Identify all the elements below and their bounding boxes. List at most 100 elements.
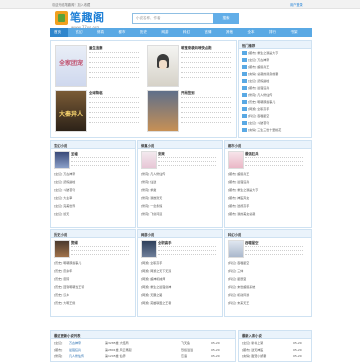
- nav-item-2[interactable]: 修真: [97, 30, 104, 35]
- section-list-item[interactable]: [玄幻] 武炼巅峰: [54, 180, 132, 184]
- nav-item-7[interactable]: 言情: [205, 30, 212, 35]
- new-book-item[interactable]: [言情] 甜宠小娇妻: [242, 354, 290, 358]
- section-list-item[interactable]: [网游] 全职高手: [141, 261, 219, 265]
- section-list-item[interactable]: [玄幻] 遮天: [54, 212, 132, 216]
- section-list-item[interactable]: [修真] 飞剑问道: [141, 212, 219, 216]
- new-book-item[interactable]: [玄幻] 新书上架: [242, 341, 290, 345]
- section-list-item[interactable]: [历史] 庆余年: [54, 269, 132, 273]
- section-list-item[interactable]: [网游] 超神机械师: [141, 277, 219, 281]
- section-book-6[interactable]: 吞噬星空: [245, 240, 259, 245]
- nav-item-1[interactable]: 玄幻: [76, 30, 83, 35]
- section-list-item[interactable]: [历史] 大明王侯: [54, 301, 132, 305]
- section-book-5[interactable]: 全职高手: [158, 240, 172, 245]
- cover-text-3: 大秦异人: [59, 111, 84, 118]
- section-list-item[interactable]: [玄幻] 大主宰: [54, 196, 132, 200]
- section-list-item[interactable]: [修真] 我欲封天: [141, 196, 219, 200]
- update-date: 05-20: [211, 354, 220, 358]
- section-list-item[interactable]: [修真] 求魔: [141, 188, 219, 192]
- rank-item[interactable]: [修真] 凡人修仙传: [242, 93, 308, 97]
- section-list-item[interactable]: [都市] 超级兵王: [228, 172, 306, 176]
- featured-title-4[interactable]: 开局签到: [181, 90, 195, 95]
- featured-desc-line: [181, 62, 231, 63]
- section-list-item[interactable]: [都市] 透视高手: [228, 204, 306, 208]
- nav-item-11[interactable]: 书架: [291, 30, 298, 35]
- update-chapter[interactable]: 第1205章 仙界: [105, 354, 177, 358]
- section-cover-5[interactable]: [141, 240, 157, 258]
- rank-item[interactable]: [都市] 超级兵王: [242, 65, 308, 69]
- section-cover-3[interactable]: [228, 151, 244, 169]
- search-button[interactable]: 搜索: [213, 13, 239, 24]
- section-cover-6[interactable]: [228, 240, 244, 258]
- rank-item[interactable]: [网游] 全职高手: [242, 107, 308, 111]
- nav-item-3[interactable]: 都市: [119, 30, 126, 35]
- section-list-item[interactable]: [网游] 重生之最强剑神: [141, 285, 219, 289]
- section-list-item[interactable]: [都市] 重生之我是大亨: [228, 188, 306, 192]
- featured-cover-3[interactable]: 大秦异人: [55, 90, 87, 132]
- nav-item-4[interactable]: 历史: [140, 30, 147, 35]
- section-header-2: 修真小说: [138, 141, 222, 149]
- section-list-item[interactable]: [网游] 天醒之路: [141, 293, 219, 297]
- nav-item-0[interactable]: 首页: [54, 30, 61, 35]
- section-list-item[interactable]: [修真] 一念永恒: [141, 204, 219, 208]
- featured-cover-4[interactable]: [147, 90, 179, 132]
- section-list-item[interactable]: [历史] 汉乡: [54, 293, 132, 297]
- section-list-item[interactable]: [网游] 英雄联盟之王者: [141, 301, 219, 305]
- rank-item[interactable]: [玄幻] 武炼巅峰: [242, 79, 308, 83]
- nav-item-8[interactable]: 其他: [226, 30, 233, 35]
- rank-item[interactable]: [历史] 明朝那些事儿: [242, 100, 308, 104]
- featured-title-1[interactable]: 重生追妻: [89, 45, 103, 50]
- section-cover-2[interactable]: [141, 151, 157, 169]
- rank-item[interactable]: [言情] 三生三世十里桃花: [242, 128, 308, 132]
- section-list-item[interactable]: [都市] 最强狂兵: [228, 180, 306, 184]
- section-cover-4[interactable]: [54, 240, 70, 258]
- section-list-item[interactable]: [历史] 明朝那些事儿: [54, 261, 132, 265]
- section-list-item[interactable]: [科幻] 未来天王: [228, 301, 306, 305]
- section-list-item[interactable]: [历史] 唐砖: [54, 277, 132, 281]
- section-list-item[interactable]: [修真] 仙逆: [141, 180, 219, 184]
- rank-item-label: [玄幻] 武炼巅峰: [248, 79, 270, 83]
- new-book-item[interactable]: [都市] 逆天神医: [242, 348, 290, 352]
- rank-item[interactable]: [玄幻] 万古神帝: [242, 58, 308, 62]
- rank-item[interactable]: [科幻] 吞噬星空: [242, 114, 308, 118]
- section-desc-line: [158, 165, 216, 166]
- featured-cover-1[interactable]: 全家团宠: [55, 45, 87, 87]
- section-list-item[interactable]: [玄幻] 完美世界: [54, 204, 132, 208]
- nav-item-10[interactable]: 排行: [269, 30, 276, 35]
- section-list-item[interactable]: [网游] 网游之天下无双: [141, 269, 219, 273]
- nav-item-6[interactable]: 科幻: [183, 30, 190, 35]
- section-list-item[interactable]: [都市] 神医弃女: [228, 196, 306, 200]
- section-list-item[interactable]: [科幻] 末世超级系统: [228, 285, 306, 289]
- section-book-3[interactable]: 最强狂兵: [245, 151, 259, 156]
- rank-item[interactable]: [言情] 总裁的替身前妻: [242, 72, 308, 76]
- login-link[interactable]: 用户登录: [290, 2, 303, 7]
- section-list-item[interactable]: [玄幻] 斗破苍穹: [54, 188, 132, 192]
- update-chapter[interactable]: 第2801章 风云再起: [105, 348, 177, 352]
- section-book-1[interactable]: 圣墟: [71, 151, 78, 156]
- section-list-item[interactable]: [玄幻] 万古神帝: [54, 172, 132, 176]
- nav-item-5[interactable]: 网游: [162, 30, 169, 35]
- update-book[interactable]: 万古神帝: [69, 341, 103, 345]
- featured-title-3[interactable]: 全球降临: [89, 90, 103, 95]
- featured-title-2[interactable]: 萌宝来袭妈咪快点跑: [181, 45, 212, 50]
- rank-item[interactable]: [玄幻] 斗破苍穹: [242, 121, 308, 125]
- section-list-item[interactable]: [历史] 回到明朝当王爷: [54, 285, 132, 289]
- update-book[interactable]: 凡人修仙传: [69, 354, 103, 358]
- featured-cover-2[interactable]: [147, 45, 179, 87]
- section-list-item[interactable]: [科幻] 三体: [228, 269, 306, 273]
- nav-item-9[interactable]: 全本: [248, 30, 255, 35]
- section-book-2[interactable]: 剑来: [158, 151, 165, 156]
- rank-header: 热门推荐: [239, 41, 311, 49]
- section-list-item[interactable]: [科幻] 机动风暴: [228, 293, 306, 297]
- section-list-item[interactable]: [都市] 我的美女总裁: [228, 212, 306, 216]
- section-book-4[interactable]: 赘婿: [71, 240, 78, 245]
- featured-panel: 全家团宠 重生追妻 萌宝来袭妈咪快点跑 大秦异人 全球降临 开局签到: [50, 40, 237, 138]
- rank-item[interactable]: [都市] 最强狂兵: [242, 86, 308, 90]
- update-chapter[interactable]: 第3285章 大结局: [105, 341, 177, 345]
- section-cover-1[interactable]: [54, 151, 70, 169]
- section-list-item[interactable]: [科幻] 星辰变: [228, 277, 306, 281]
- rank-item[interactable]: [都市] 重生之我是大亨: [242, 51, 308, 55]
- section-list-item[interactable]: [科幻] 吞噬星空: [228, 261, 306, 265]
- update-book[interactable]: 最强狂兵: [69, 348, 103, 352]
- search-input[interactable]: 小说名称、作者: [132, 13, 214, 24]
- section-list-item[interactable]: [修真] 凡人修仙传: [141, 172, 219, 176]
